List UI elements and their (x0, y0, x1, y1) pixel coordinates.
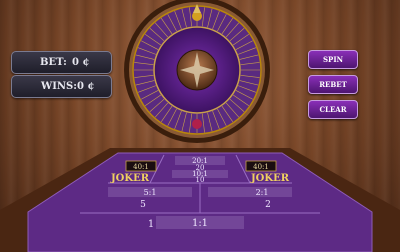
joker-left-odds: 40:1 (133, 163, 149, 171)
odds-5-label: 5:1 (144, 188, 157, 197)
betting-table: 40:1 40:1 JOKER JOKER 20:1 20 10:1 10 5:… (0, 148, 400, 252)
joker-right-odds: 40:1 (253, 163, 269, 171)
bet-2-number: 2 (265, 200, 271, 210)
odds-1-label: 1:1 (192, 218, 208, 229)
joker-left-label: JOKER (110, 173, 150, 184)
joker-right-label: JOKER (250, 173, 290, 184)
bet-10-number: 10 (196, 176, 205, 184)
odds-2-label: 2:1 (256, 188, 269, 197)
bet-5-number: 5 (140, 200, 146, 210)
bet-1-number: 1 (148, 219, 154, 230)
odds-2-box[interactable] (208, 187, 292, 197)
